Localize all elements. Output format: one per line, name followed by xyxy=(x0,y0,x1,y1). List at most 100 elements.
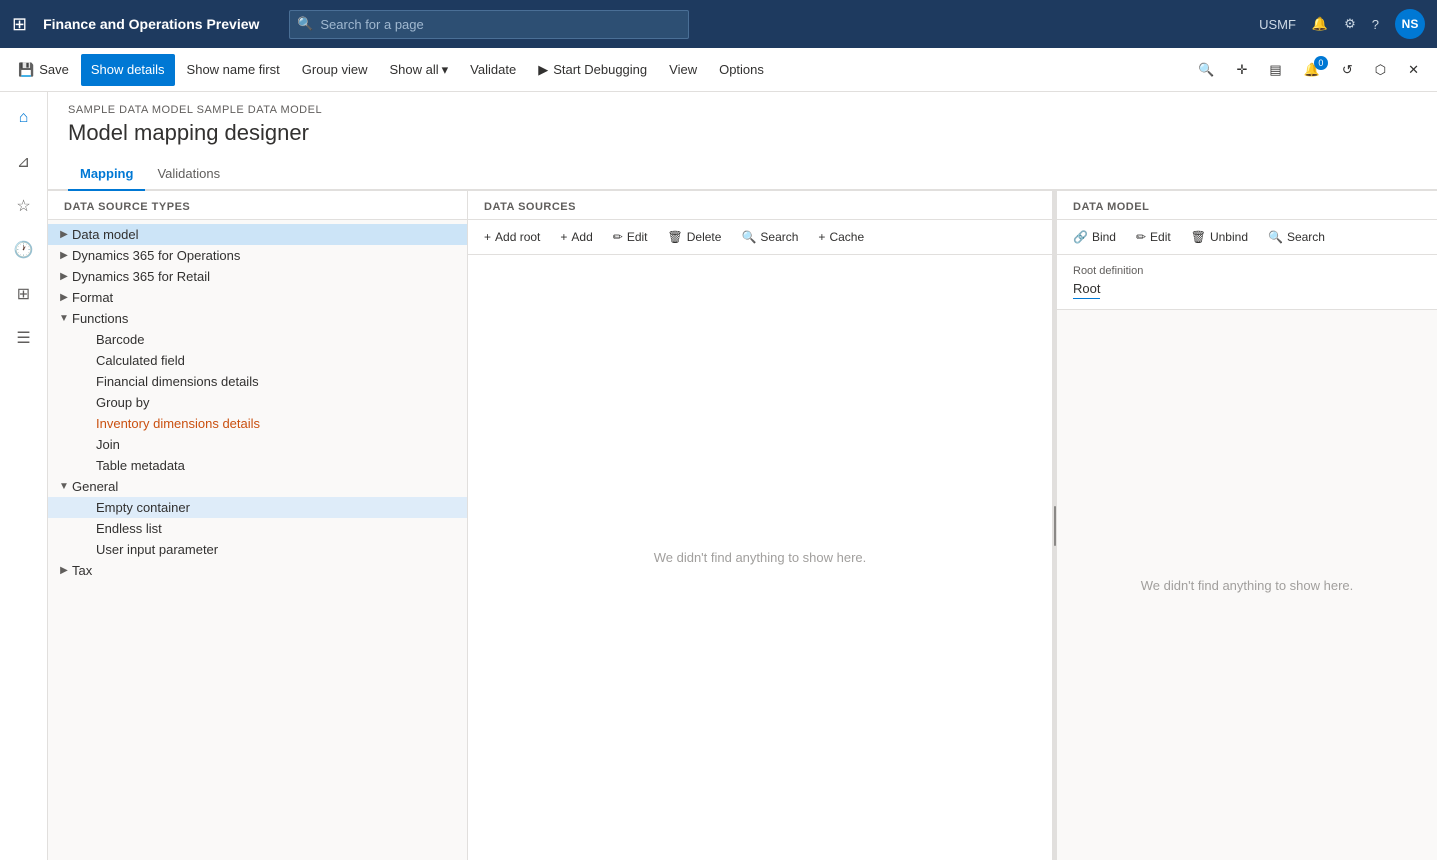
chevron-right-icon: ▶ xyxy=(56,250,72,261)
top-nav-right: USMF 🔔 ⚙ ? NS xyxy=(1259,9,1425,39)
tree-item-group-by[interactable]: Group by xyxy=(48,392,467,413)
tree-label-empty-container: Empty container xyxy=(96,500,459,515)
toolbar-badge-button[interactable]: 🔔 0 xyxy=(1294,54,1330,86)
root-definition-section: Root definition Root xyxy=(1057,255,1437,310)
chevron-right-icon: ▶ xyxy=(56,271,72,282)
ds-edit-button[interactable]: ✏ Edit xyxy=(605,226,656,248)
save-icon: 💾 xyxy=(18,62,34,78)
toolbar-close-button[interactable]: ✕ xyxy=(1398,54,1429,86)
search-icon: 🔍 xyxy=(741,230,756,244)
tree-label-inventory-dimensions: Inventory dimensions details xyxy=(96,416,459,431)
tree-label-endless-list: Endless list xyxy=(96,521,459,536)
tree-item-data-model[interactable]: ▶ Data model xyxy=(48,224,467,245)
chevron-down-icon: ▾ xyxy=(442,62,449,78)
toolbar-search-button[interactable]: 🔍 xyxy=(1188,54,1224,86)
dm-bind-button[interactable]: 🔗 Bind xyxy=(1065,226,1124,248)
toolbar-columns-button[interactable]: ▤ xyxy=(1259,54,1291,86)
dm-search-button[interactable]: 🔍 Search xyxy=(1260,226,1333,248)
ds-delete-button[interactable]: 🗑 Delete xyxy=(660,226,730,248)
tree-item-d365-operations[interactable]: ▶ Dynamics 365 for Operations xyxy=(48,245,467,266)
global-search-icon: 🔍 xyxy=(297,16,313,32)
tree-label-join: Join xyxy=(96,437,459,452)
tree-item-format[interactable]: ▶ Format xyxy=(48,287,467,308)
search-icon: 🔍 xyxy=(1198,62,1214,78)
ds-cache-button[interactable]: + Cache xyxy=(810,226,872,248)
top-navigation: ⊞ Finance and Operations Preview 🔍 USMF … xyxy=(0,0,1437,48)
data-model-header: DATA MODEL xyxy=(1057,191,1437,220)
panel-resizer[interactable] xyxy=(1053,191,1057,860)
toolbar-external-button[interactable]: ⬡ xyxy=(1365,54,1396,86)
main-content: SAMPLE DATA MODEL SAMPLE DATA MODEL Mode… xyxy=(48,92,1437,860)
global-search-wrap: 🔍 xyxy=(289,10,689,39)
tree-item-tax[interactable]: ▶ Tax xyxy=(48,560,467,581)
notification-icon[interactable]: 🔔 xyxy=(1312,16,1328,32)
chevron-right-icon: ▶ xyxy=(56,565,72,576)
plus-icon: + xyxy=(818,230,825,244)
root-definition-label: Root definition xyxy=(1073,265,1421,277)
tab-mapping[interactable]: Mapping xyxy=(68,158,145,191)
tree-item-join[interactable]: Join xyxy=(48,434,467,455)
tree-item-table-metadata[interactable]: Table metadata xyxy=(48,455,467,476)
toolbar-crosshair-button[interactable]: ✛ xyxy=(1226,54,1257,86)
root-definition-value: Root xyxy=(1073,281,1100,299)
sidebar-item-home[interactable]: ⌂ xyxy=(6,100,42,136)
validate-button[interactable]: Validate xyxy=(460,54,526,86)
tree-label-functions: Functions xyxy=(72,311,459,326)
tree-item-functions[interactable]: ▼ Functions xyxy=(48,308,467,329)
tree-label-group-by: Group by xyxy=(96,395,459,410)
breadcrumb: SAMPLE DATA MODEL SAMPLE DATA MODEL xyxy=(68,104,1417,116)
sidebar-item-list[interactable]: ☰ xyxy=(6,320,42,356)
data-source-types-tree: ▶ Data model ▶ Dynamics 365 for Operatio… xyxy=(48,220,467,860)
debug-icon: ▶ xyxy=(538,62,548,78)
grid-icon[interactable]: ⊞ xyxy=(12,14,27,35)
ds-add-root-button[interactable]: + Add root xyxy=(476,226,548,248)
tree-item-general[interactable]: ▼ General xyxy=(48,476,467,497)
chevron-down-icon: ▼ xyxy=(56,313,72,324)
dm-unbind-button[interactable]: 🗑 Unbind xyxy=(1183,226,1256,248)
help-icon[interactable]: ? xyxy=(1372,17,1379,32)
data-model-empty-message: We didn't find anything to show here. xyxy=(1057,310,1437,860)
global-search-input[interactable] xyxy=(289,10,689,39)
tree-item-financial-dimensions[interactable]: Financial dimensions details xyxy=(48,371,467,392)
tree-item-user-input-parameter[interactable]: User input parameter xyxy=(48,539,467,560)
sidebar-item-filter[interactable]: ⊿ xyxy=(6,144,42,180)
main-layout: ⌂ ⊿ ☆ 🕐 ⊞ ☰ SAMPLE DATA MODEL SAMPLE DAT… xyxy=(0,92,1437,860)
chevron-down-icon: ▼ xyxy=(56,481,72,492)
tab-validations[interactable]: Validations xyxy=(145,158,232,191)
tree-item-inventory-dimensions[interactable]: Inventory dimensions details xyxy=(48,413,467,434)
tree-label-data-model: Data model xyxy=(72,227,459,242)
edit-icon: ✏ xyxy=(613,230,623,244)
tree-item-empty-container[interactable]: Empty container xyxy=(48,497,467,518)
options-button[interactable]: Options xyxy=(709,54,774,86)
avatar[interactable]: NS xyxy=(1395,9,1425,39)
panel-area: DATA SOURCE TYPES ▶ Data model ▶ Dynamic… xyxy=(48,191,1437,860)
tree-item-barcode[interactable]: Barcode xyxy=(48,329,467,350)
data-model-toolbar: 🔗 Bind ✏ Edit 🗑 Unbind 🔍 Search xyxy=(1057,220,1437,255)
tree-item-calculated-field[interactable]: Calculated field xyxy=(48,350,467,371)
save-button[interactable]: 💾 Save xyxy=(8,54,79,86)
unbind-icon: 🗑 xyxy=(1191,230,1206,244)
show-name-first-button[interactable]: Show name first xyxy=(177,54,290,86)
sidebar-item-favorites[interactable]: ☆ xyxy=(6,188,42,224)
start-debugging-button[interactable]: ▶ Start Debugging xyxy=(528,54,657,86)
toolbar-refresh-button[interactable]: ↺ xyxy=(1332,54,1363,86)
tree-item-d365-retail[interactable]: ▶ Dynamics 365 for Retail xyxy=(48,266,467,287)
tree-label-user-input-parameter: User input parameter xyxy=(96,542,459,557)
data-source-types-header: DATA SOURCE TYPES xyxy=(48,191,467,220)
view-button[interactable]: View xyxy=(659,54,707,86)
show-details-button[interactable]: Show details xyxy=(81,54,175,86)
ds-search-button[interactable]: 🔍 Search xyxy=(733,226,806,248)
tree-label-format: Format xyxy=(72,290,459,305)
ds-add-button[interactable]: + Add xyxy=(552,226,600,248)
page-header: SAMPLE DATA MODEL SAMPLE DATA MODEL Mode… xyxy=(48,92,1437,158)
dm-edit-button[interactable]: ✏ Edit xyxy=(1128,226,1179,248)
tree-label-barcode: Barcode xyxy=(96,332,459,347)
sidebar-item-grid[interactable]: ⊞ xyxy=(6,276,42,312)
search-icon: 🔍 xyxy=(1268,230,1283,244)
tree-label-financial-dimensions: Financial dimensions details xyxy=(96,374,459,389)
sidebar-item-recent[interactable]: 🕐 xyxy=(6,232,42,268)
group-view-button[interactable]: Group view xyxy=(292,54,378,86)
tree-item-endless-list[interactable]: Endless list xyxy=(48,518,467,539)
settings-icon[interactable]: ⚙ xyxy=(1344,16,1356,32)
show-all-button[interactable]: Show all ▾ xyxy=(380,54,459,86)
